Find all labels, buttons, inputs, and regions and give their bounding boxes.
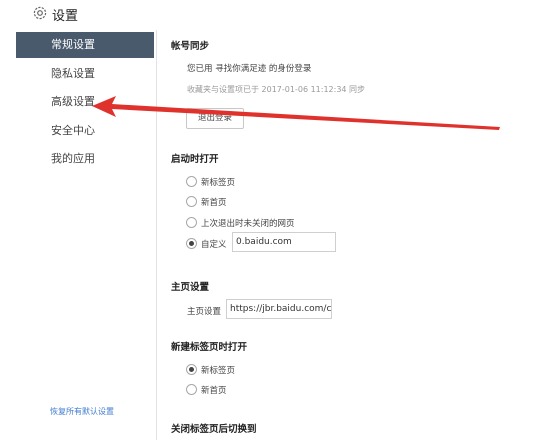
sidebar-item-advanced[interactable]: 高级设置	[16, 89, 154, 115]
section-title-homepage: 主页设置	[171, 282, 210, 293]
startup-option-radio[interactable]	[186, 217, 197, 228]
sidebar-item-security[interactable]: 安全中心	[16, 118, 154, 144]
sidebar-item-label: 高级设置	[51, 95, 95, 108]
sidebar-item-label: 常规设置	[51, 38, 95, 51]
new-tab-option-radio[interactable]	[186, 384, 197, 395]
startup-option-label: 新标签页	[201, 178, 236, 188]
section-title-close-tab: 关闭标签页后切换到	[171, 424, 257, 435]
page-title: 设置	[52, 9, 79, 24]
homepage-label: 主页设置	[187, 307, 222, 317]
sync-status-text: 收藏夹与设置项已于 2017-01-06 11:12:34 同步	[187, 85, 366, 94]
startup-option-radio[interactable]	[186, 176, 197, 187]
sidebar-divider	[156, 30, 157, 440]
sidebar-item-label: 隐私设置	[51, 67, 95, 80]
homepage-url-input[interactable]: https://jbr.baidu.com/c	[226, 299, 332, 319]
startup-option-label: 新首页	[201, 198, 227, 208]
sidebar-item-label: 我的应用	[51, 152, 95, 165]
settings-sidebar: 常规设置 隐私设置 高级设置 安全中心 我的应用	[16, 32, 154, 437]
sidebar-item-label: 安全中心	[51, 124, 95, 137]
startup-option-label: 自定义	[201, 240, 227, 250]
sidebar-item-privacy[interactable]: 隐私设置	[16, 61, 154, 87]
sidebar-item-general[interactable]: 常规设置	[16, 32, 154, 58]
new-tab-option-label: 新标签页	[201, 366, 236, 376]
settings-header: 设置	[0, 0, 552, 26]
restore-defaults-link[interactable]: 恢复所有默认设置	[50, 406, 114, 417]
section-title-startup: 启动时打开	[171, 154, 219, 165]
startup-option-label: 上次退出时未关闭的网页	[201, 219, 295, 229]
section-title-account-sync: 帐号同步	[171, 41, 210, 52]
section-title-new-tab: 新建标签页时打开	[171, 342, 248, 353]
new-tab-option-radio-selected[interactable]	[186, 364, 197, 375]
logout-button[interactable]: 退出登录	[186, 108, 244, 129]
login-status-text: 您已用 寻找你满足迹 的身份登录	[187, 64, 312, 74]
custom-startup-url-input[interactable]: 0.baidu.com	[232, 232, 336, 252]
startup-option-radio-selected[interactable]	[186, 238, 197, 249]
startup-option-radio[interactable]	[186, 196, 197, 207]
sidebar-item-my-apps[interactable]: 我的应用	[16, 146, 154, 172]
new-tab-option-label: 新首页	[201, 386, 227, 396]
gear-icon	[33, 6, 47, 20]
